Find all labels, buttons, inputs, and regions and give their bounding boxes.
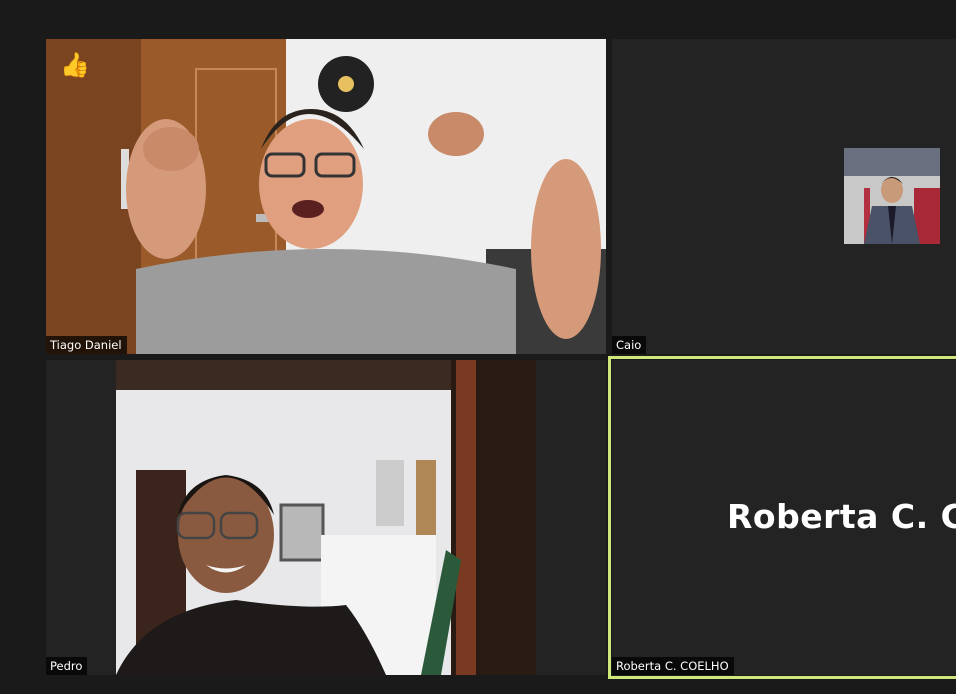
participant-name-label: Roberta C. COELHO: [612, 657, 734, 675]
video-tile-tiago-daniel[interactable]: 👍 Tiago Daniel: [46, 39, 606, 354]
video-feed-pedro: [116, 360, 536, 675]
thumbs-up-reaction-icon: 👍: [60, 52, 90, 79]
participant-name-label: Pedro: [46, 657, 88, 675]
profile-picture-caio: [844, 148, 940, 244]
video-tile-roberta-c-coelho[interactable]: Roberta C. C Roberta C. COELHO: [612, 360, 956, 675]
participant-display-name: Roberta C. C: [727, 497, 956, 536]
participant-name-label: Tiago Daniel: [46, 336, 127, 354]
video-tile-pedro[interactable]: Pedro: [46, 360, 606, 675]
video-feed-tiago-daniel: [46, 39, 606, 354]
video-tile-caio[interactable]: Caio: [612, 39, 956, 354]
participant-name-label: Caio: [612, 336, 647, 354]
